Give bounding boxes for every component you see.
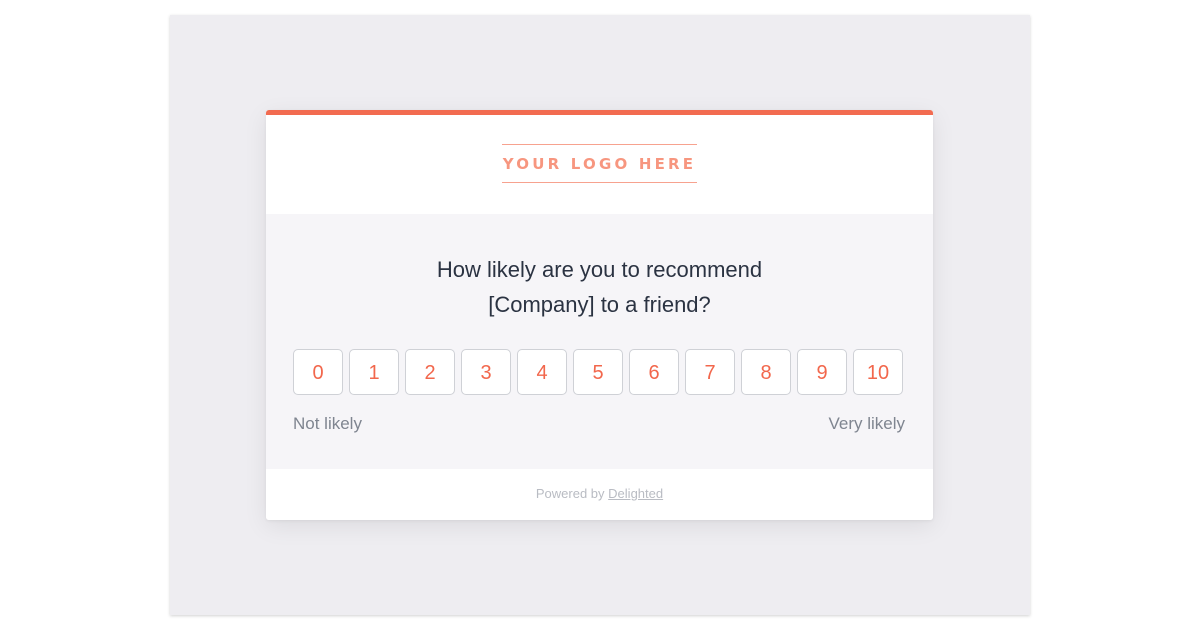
score-button-10[interactable]: 10 (853, 349, 903, 395)
score-button-0[interactable]: 0 (293, 349, 343, 395)
score-button-2[interactable]: 2 (405, 349, 455, 395)
score-button-5[interactable]: 5 (573, 349, 623, 395)
logo-placeholder: YOUR LOGO HERE (502, 144, 697, 183)
score-button-8[interactable]: 8 (741, 349, 791, 395)
delighted-link[interactable]: Delighted (608, 486, 663, 501)
survey-body: How likely are you to recommend [Company… (266, 214, 933, 469)
nps-survey-card: YOUR LOGO HERE How likely are you to rec… (266, 110, 933, 520)
survey-question: How likely are you to recommend [Company… (266, 252, 933, 322)
survey-header: YOUR LOGO HERE (266, 115, 933, 214)
score-button-7[interactable]: 7 (685, 349, 735, 395)
score-button-3[interactable]: 3 (461, 349, 511, 395)
survey-footer: Powered by Delighted (266, 469, 933, 520)
score-button-6[interactable]: 6 (629, 349, 679, 395)
score-button-1[interactable]: 1 (349, 349, 399, 395)
not-likely-label: Not likely (293, 414, 362, 433)
very-likely-label: Very likely (828, 414, 905, 433)
score-button-4[interactable]: 4 (517, 349, 567, 395)
question-line-2: [Company] to a friend? (488, 292, 711, 317)
question-line-1: How likely are you to recommend (436, 257, 763, 282)
score-button-9[interactable]: 9 (797, 349, 847, 395)
score-scale: 0 1 2 3 4 5 6 7 8 9 10 (293, 349, 905, 397)
powered-by-text: Powered by (535, 486, 605, 501)
